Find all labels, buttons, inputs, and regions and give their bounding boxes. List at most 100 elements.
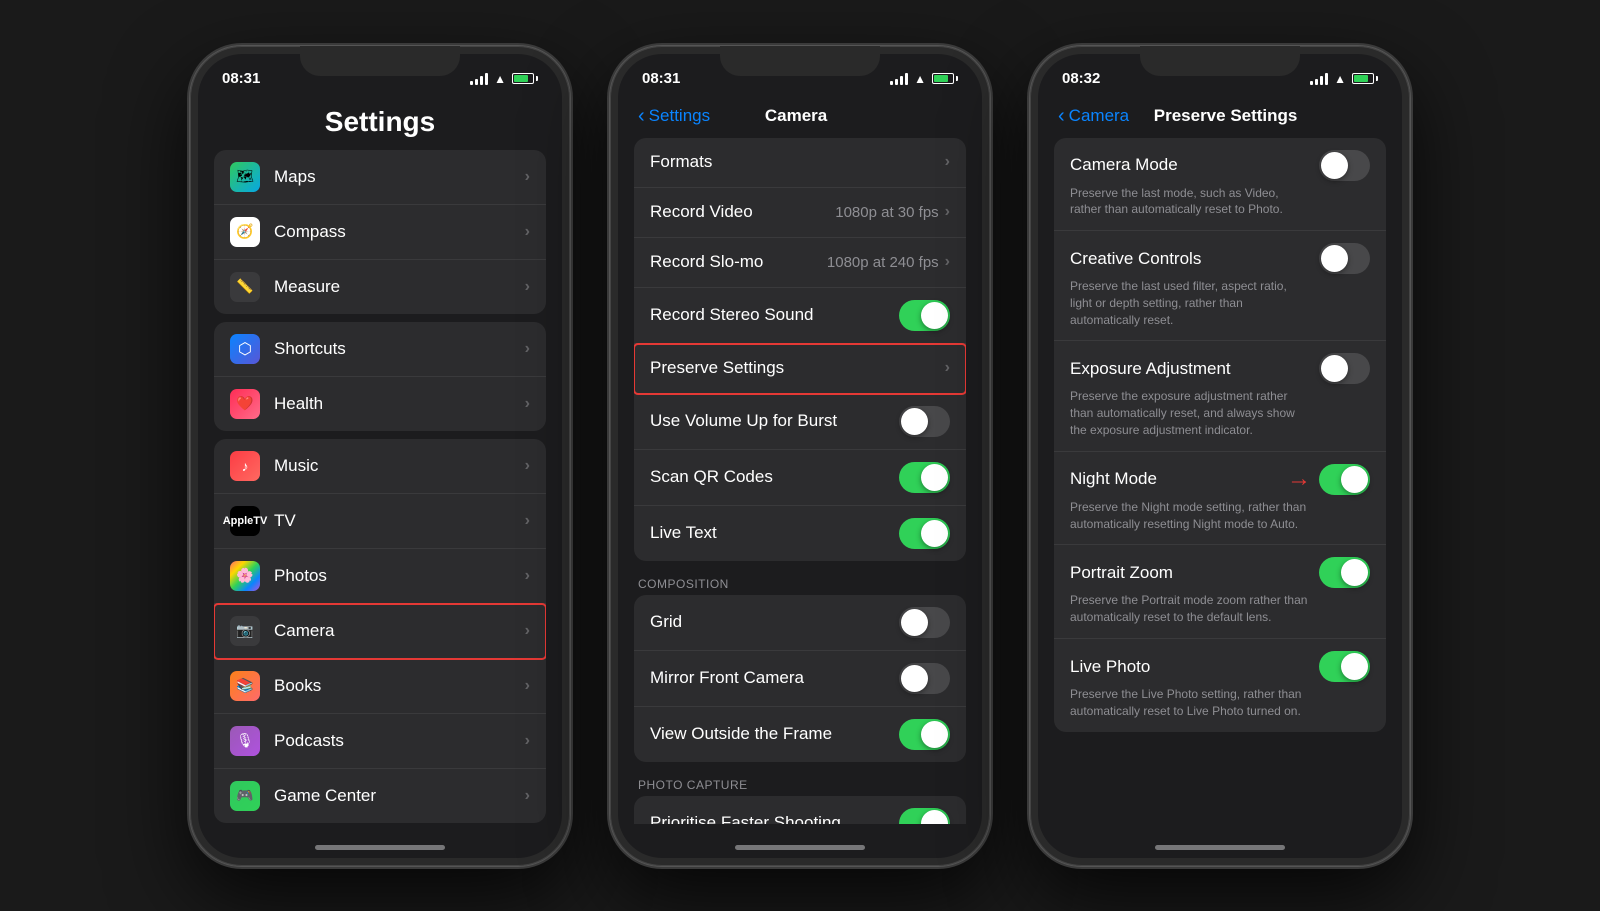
books-icon: 📚 xyxy=(230,671,260,701)
camera-item-record-slomo[interactable]: Record Slo-mo 1080p at 240 fps › xyxy=(634,238,966,288)
sidebar-item-gamecenter[interactable]: 🎮 Game Center › xyxy=(214,769,546,823)
camera-item-mirror-front[interactable]: Mirror Front Camera xyxy=(634,651,966,707)
sidebar-item-health[interactable]: ❤️ Health › xyxy=(214,377,546,431)
camera-back-button[interactable]: ‹ Camera xyxy=(1058,106,1129,126)
sidebar-item-shortcuts[interactable]: ⬡ Shortcuts › xyxy=(214,322,546,377)
back-label: Settings xyxy=(649,106,710,126)
grid-toggle[interactable] xyxy=(899,607,950,638)
camera-item-preserve-settings[interactable]: Preserve Settings › xyxy=(634,344,966,394)
camera-item-grid[interactable]: Grid xyxy=(634,595,966,651)
settings-group-2: ⬡ Shortcuts › ❤️ Health › xyxy=(214,322,546,431)
home-indicator-3 xyxy=(1038,824,1402,858)
photos-icon: 🌸 xyxy=(230,561,260,591)
use-volume-toggle[interactable] xyxy=(899,406,950,437)
signal-icon-2 xyxy=(890,73,908,85)
sidebar-item-maps[interactable]: 🗺 Maps › xyxy=(214,150,546,205)
measure-chevron: › xyxy=(525,278,530,296)
compass-icon: 🧭 xyxy=(230,217,260,247)
phones-container: 08:31 ▲ xyxy=(170,26,1430,886)
sidebar-item-camera[interactable]: 📷 Camera › xyxy=(214,604,546,659)
health-chevron: › xyxy=(525,395,530,413)
compass-label: Compass xyxy=(274,222,525,242)
tv-label: TV xyxy=(274,511,525,531)
view-outside-toggle[interactable] xyxy=(899,719,950,750)
settings-scroll-1[interactable]: 🗺 Maps › 🧭 Compass › xyxy=(198,150,562,824)
exposure-toggle[interactable] xyxy=(1319,353,1370,384)
back-chevron-icon: ‹ xyxy=(638,106,645,126)
camera-item-record-stereo[interactable]: Record Stereo Sound xyxy=(634,288,966,344)
portrait-zoom-toggle[interactable] xyxy=(1319,557,1370,588)
status-bar-3: 08:32 ▲ xyxy=(1038,54,1402,98)
gamecenter-icon: 🎮 xyxy=(230,781,260,811)
camera-item-prioritise[interactable]: Prioritise Faster Shooting xyxy=(634,796,966,824)
settings-group-3: ♪ Music › AppleTV TV › xyxy=(214,439,546,823)
preserve-scroll[interactable]: Camera Mode Preserve the last mode, such… xyxy=(1038,130,1402,824)
preserve-item-portrait-zoom[interactable]: Portrait Zoom Preserve the Portrait mode… xyxy=(1054,545,1386,639)
page-title-1: Settings xyxy=(218,106,542,138)
camera-item-use-volume[interactable]: Use Volume Up for Burst xyxy=(634,394,966,450)
preserve-item-night-mode[interactable]: Night Mode → Preserve the Night mode set… xyxy=(1054,452,1386,546)
status-time-2: 08:31 xyxy=(642,70,680,87)
camera-item-scan-qr[interactable]: Scan QR Codes xyxy=(634,450,966,506)
health-icon: ❤️ xyxy=(230,389,260,419)
creative-controls-toggle[interactable] xyxy=(1319,243,1370,274)
battery-icon-1 xyxy=(512,73,538,84)
books-label: Books xyxy=(274,676,525,696)
camera-nav-header: ‹ Settings Camera xyxy=(618,98,982,130)
camera-icon: 📷 xyxy=(230,616,260,646)
status-icons-3: ▲ xyxy=(1310,72,1378,86)
status-icons-1: ▲ xyxy=(470,72,538,86)
live-text-toggle[interactable] xyxy=(899,518,950,549)
tv-icon: AppleTV xyxy=(230,506,260,536)
sidebar-item-music[interactable]: ♪ Music › xyxy=(214,439,546,494)
photo-capture-section-label: PHOTO CAPTURE xyxy=(618,770,982,796)
settings-back-button[interactable]: ‹ Settings xyxy=(638,106,710,126)
scan-qr-toggle[interactable] xyxy=(899,462,950,493)
status-bar-2: 08:31 ▲ xyxy=(618,54,982,98)
shortcuts-icon: ⬡ xyxy=(230,334,260,364)
live-photo-toggle[interactable] xyxy=(1319,651,1370,682)
photos-chevron: › xyxy=(525,567,530,585)
camera-settings-group-photocapture: Prioritise Faster Shooting Intelligently… xyxy=(634,796,966,824)
gamecenter-chevron: › xyxy=(525,787,530,805)
settings-header-1: Settings xyxy=(198,98,562,150)
preserve-item-camera-mode[interactable]: Camera Mode Preserve the last mode, such… xyxy=(1054,138,1386,232)
preserve-item-live-photo[interactable]: Live Photo Preserve the Live Photo setti… xyxy=(1054,639,1386,732)
record-stereo-toggle[interactable] xyxy=(899,300,950,331)
back-label-3: Camera xyxy=(1069,106,1129,126)
sidebar-item-tv[interactable]: AppleTV TV › xyxy=(214,494,546,549)
music-icon: ♪ xyxy=(230,451,260,481)
camera-item-view-outside[interactable]: View Outside the Frame xyxy=(634,707,966,762)
settings-group-1: 🗺 Maps › 🧭 Compass › xyxy=(214,150,546,314)
camera-scroll[interactable]: Formats › Record Video 1080p at 30 fps ›… xyxy=(618,130,982,824)
preserve-item-exposure[interactable]: Exposure Adjustment Preserve the exposur… xyxy=(1054,341,1386,451)
camera-item-live-text[interactable]: Live Text xyxy=(634,506,966,561)
podcasts-icon: 🎙 xyxy=(230,726,260,756)
sidebar-item-photos[interactable]: 🌸 Photos › xyxy=(214,549,546,604)
night-mode-arrow-icon: → xyxy=(1287,465,1311,493)
maps-icon: 🗺 xyxy=(230,162,260,192)
camera-item-formats[interactable]: Formats › xyxy=(634,138,966,188)
camera-mode-toggle[interactable] xyxy=(1319,150,1370,181)
tv-chevron: › xyxy=(525,512,530,530)
sidebar-item-compass[interactable]: 🧭 Compass › xyxy=(214,205,546,260)
books-chevron: › xyxy=(525,677,530,695)
prioritise-shooting-toggle[interactable] xyxy=(899,808,950,824)
preserve-item-creative-controls[interactable]: Creative Controls Preserve the last used… xyxy=(1054,231,1386,341)
camera-item-record-video[interactable]: Record Video 1080p at 30 fps › xyxy=(634,188,966,238)
sidebar-item-books[interactable]: 📚 Books › xyxy=(214,659,546,714)
podcasts-label: Podcasts xyxy=(274,731,525,751)
home-indicator-2 xyxy=(618,824,982,858)
music-label: Music xyxy=(274,456,525,476)
measure-icon: 📏 xyxy=(230,272,260,302)
wifi-icon-1: ▲ xyxy=(494,72,506,86)
night-mode-toggle[interactable] xyxy=(1319,464,1370,495)
sidebar-item-podcasts[interactable]: 🎙 Podcasts › xyxy=(214,714,546,769)
mirror-front-toggle[interactable] xyxy=(899,663,950,694)
sidebar-item-measure[interactable]: 📏 Measure › xyxy=(214,260,546,314)
camera-label: Camera xyxy=(274,621,525,641)
maps-chevron: › xyxy=(525,168,530,186)
camera-chevron: › xyxy=(525,622,530,640)
composition-section-label: COMPOSITION xyxy=(618,569,982,595)
status-icons-2: ▲ xyxy=(890,72,958,86)
